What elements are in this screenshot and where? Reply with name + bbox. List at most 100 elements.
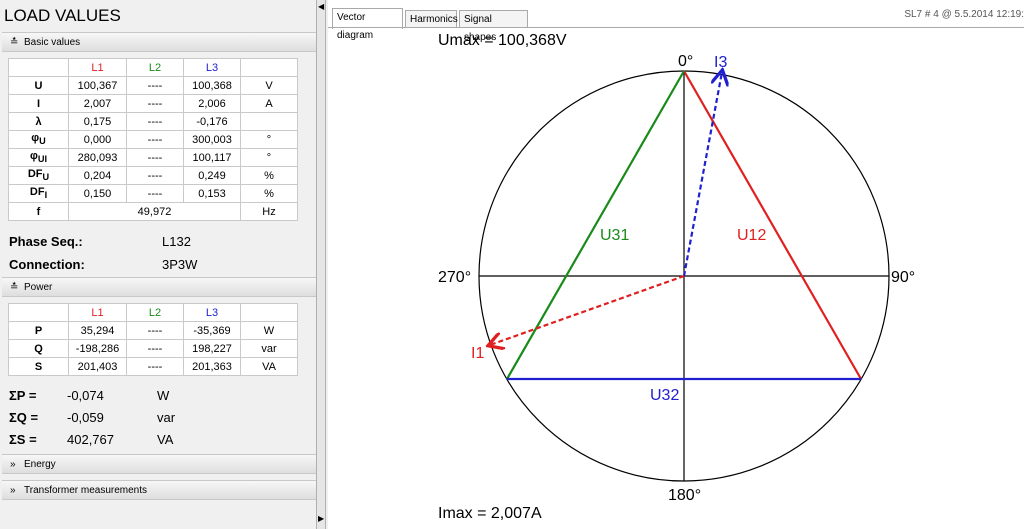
cell-l2: ---- bbox=[126, 130, 184, 149]
i3-label: I3 bbox=[714, 54, 727, 71]
u32-label: U32 bbox=[650, 387, 679, 404]
chevron-down-icon: ≛ bbox=[10, 37, 19, 48]
connection-label: Connection: bbox=[9, 257, 85, 272]
phase-seq-label: Phase Seq.: bbox=[9, 234, 83, 249]
cell-unit: V bbox=[240, 76, 298, 95]
row-label: φUI bbox=[8, 148, 69, 167]
power-table: L1 L2 L3 P 35,294 ---- -35,369 W Q -198,… bbox=[8, 303, 298, 376]
row-label: S bbox=[8, 357, 69, 376]
cell-l3: -0,176 bbox=[183, 112, 241, 131]
vector-i1 bbox=[490, 274, 685, 345]
col-header-l1: L1 bbox=[68, 58, 127, 77]
table-row: λ 0,175 ---- -0,176 bbox=[8, 112, 298, 131]
expand-arrow-icon[interactable]: ▶ bbox=[318, 514, 324, 523]
cell-unit: VA bbox=[240, 357, 298, 376]
cell-l1: 0,204 bbox=[68, 166, 127, 185]
cell-l1: 0,150 bbox=[68, 184, 127, 203]
u31-label: U31 bbox=[600, 227, 629, 244]
panel-title: LOAD VALUES bbox=[4, 6, 121, 25]
cell-l3: 0,249 bbox=[183, 166, 241, 185]
cell-l3: 100,368 bbox=[183, 76, 241, 95]
table-row-frequency: f 49,972 Hz bbox=[8, 202, 298, 221]
row-label: Q bbox=[8, 339, 69, 358]
cell-l3: 0,153 bbox=[183, 184, 241, 203]
cell-l3: 2,006 bbox=[183, 94, 241, 113]
cell-l1: 35,294 bbox=[68, 321, 127, 340]
table-header-row: L1 L2 L3 bbox=[8, 303, 298, 322]
row-label: DFU bbox=[8, 166, 69, 185]
vector-diagram: 0° 90° 180° 270° U12 U31 U32 I1 I3 bbox=[438, 53, 915, 504]
total-p-value: -0,074 bbox=[67, 388, 104, 403]
section-energy-header[interactable]: » Energy bbox=[2, 454, 316, 474]
collapse-arrow-icon[interactable]: ◀ bbox=[318, 2, 324, 11]
table-row: DFU 0,204 ---- 0,249 % bbox=[8, 166, 298, 185]
load-values-panel: LOAD VALUES ≛ Basic values L1 L2 L3 U 100… bbox=[0, 0, 316, 529]
row-label: DFI bbox=[8, 184, 69, 203]
total-p-label: ΣP = bbox=[9, 388, 37, 403]
cell-l1: 0,000 bbox=[68, 130, 127, 149]
col-header-l2: L2 bbox=[126, 303, 184, 322]
cell-l1: -198,286 bbox=[68, 339, 127, 358]
cell-l1: 201,403 bbox=[68, 357, 127, 376]
row-label: f bbox=[8, 202, 69, 221]
section-power-header[interactable]: ≛ Power bbox=[2, 277, 316, 297]
cell-unit: ° bbox=[240, 148, 298, 167]
table-row: S 201,403 ---- 201,363 VA bbox=[8, 357, 298, 376]
cell-unit: W bbox=[240, 321, 298, 340]
col-header-l2: L2 bbox=[126, 58, 184, 77]
cell-l1: 0,175 bbox=[68, 112, 127, 131]
panel-splitter[interactable]: ◀ ▶ bbox=[316, 0, 326, 529]
col-header-l3: L3 bbox=[183, 303, 241, 322]
row-label: I bbox=[8, 94, 69, 113]
cell-unit: % bbox=[240, 166, 298, 185]
cell-l3: 201,363 bbox=[183, 357, 241, 376]
chevron-down-icon: ≛ bbox=[10, 282, 19, 293]
vector-u12 bbox=[683, 70, 862, 380]
cell-unit: % bbox=[240, 184, 298, 203]
angle-90-label: 90° bbox=[891, 269, 915, 286]
cell-l1: 280,093 bbox=[68, 148, 127, 167]
total-q-label: ΣQ = bbox=[9, 410, 39, 425]
col-header-l1: L1 bbox=[68, 303, 127, 322]
total-s-unit: VA bbox=[157, 432, 174, 447]
angle-180-label: 180° bbox=[668, 487, 701, 504]
cell-l1: 100,367 bbox=[68, 76, 127, 95]
cell-unit bbox=[240, 112, 298, 131]
total-q-value: -0,059 bbox=[67, 410, 104, 425]
total-s-label: ΣS = bbox=[9, 432, 37, 447]
cell-l2: ---- bbox=[126, 184, 184, 203]
chevron-right-icon: » bbox=[10, 459, 16, 470]
angle-0-label: 0° bbox=[678, 53, 693, 70]
cell-l2: ---- bbox=[126, 94, 184, 113]
cell-unit: A bbox=[240, 94, 298, 113]
cell-unit: var bbox=[240, 339, 298, 358]
cell-l3: 198,227 bbox=[183, 339, 241, 358]
cell-l1: 2,007 bbox=[68, 94, 127, 113]
chevron-right-icon: » bbox=[10, 485, 16, 496]
row-label: U bbox=[8, 76, 69, 95]
row-label: φU bbox=[8, 130, 69, 149]
diagram-panel: Vector diagram Harmonics Signal shapes S… bbox=[328, 0, 1024, 529]
table-row: φUI 280,093 ---- 100,117 ° bbox=[8, 148, 298, 167]
cell-l2: ---- bbox=[126, 339, 184, 358]
cell-l2: ---- bbox=[126, 112, 184, 131]
section-basic-values-header[interactable]: ≛ Basic values bbox=[2, 32, 316, 52]
cell-unit: ° bbox=[240, 130, 298, 149]
section-transformer-header[interactable]: » Transformer measurements bbox=[2, 480, 316, 500]
cell-l2: ---- bbox=[126, 148, 184, 167]
cell-l3: -35,369 bbox=[183, 321, 241, 340]
cell-l3: 300,003 bbox=[183, 130, 241, 149]
col-header-l3: L3 bbox=[183, 58, 241, 77]
vector-u31 bbox=[506, 70, 685, 380]
table-row: U 100,367 ---- 100,368 V bbox=[8, 76, 298, 95]
cell-l3: 100,117 bbox=[183, 148, 241, 167]
table-row: DFI 0,150 ---- 0,153 % bbox=[8, 184, 298, 203]
table-row: φU 0,000 ---- 300,003 ° bbox=[8, 130, 298, 149]
cell-l2: ---- bbox=[126, 357, 184, 376]
u12-label: U12 bbox=[737, 227, 766, 244]
frequency-value: 49,972 bbox=[68, 202, 241, 221]
table-row: I 2,007 ---- 2,006 A bbox=[8, 94, 298, 113]
total-p-unit: W bbox=[157, 388, 170, 403]
table-header-row: L1 L2 L3 bbox=[8, 58, 298, 77]
total-s-value: 402,767 bbox=[67, 432, 114, 447]
